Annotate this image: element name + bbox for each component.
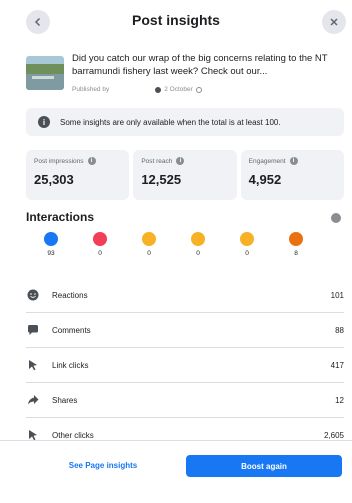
reaction-count: 0 (98, 250, 102, 257)
row-label: Reactions (52, 290, 88, 300)
row-link-clicks[interactable]: Link clicks 417 (26, 348, 344, 382)
dialog-header: Post insights (0, 0, 352, 44)
reaction-wow: 0 (183, 232, 213, 257)
post-thumbnail (26, 56, 64, 90)
close-button[interactable] (322, 10, 346, 34)
row-comments[interactable]: Comments 88 (26, 313, 344, 347)
page-title: Post insights (132, 12, 220, 28)
row-value: 2,605 (323, 430, 344, 440)
reactions-icon (26, 288, 40, 302)
stat-label: Post impressions (34, 157, 84, 165)
reaction-count: 93 (47, 250, 55, 257)
reaction-haha: 0 (134, 232, 164, 257)
wow-icon (191, 232, 205, 246)
stat-value: 12,525 (141, 172, 182, 187)
stat-post-reach: Post reach i 12,525 (133, 150, 237, 200)
boost-again-button[interactable]: Boost again (186, 455, 342, 477)
reaction-like: 93 (36, 232, 66, 257)
globe-icon (195, 86, 202, 93)
reaction-breakdown: 93 0 0 0 0 8 (26, 232, 344, 272)
notice-text: Some insights are only available when th… (60, 117, 281, 127)
published-by-label: Published by (72, 86, 110, 93)
reaction-count: 8 (294, 250, 298, 257)
post-meta: Published by 2 October (72, 86, 338, 93)
reaction-sad: 0 (232, 232, 262, 257)
share-icon (26, 393, 40, 407)
reaction-angry: 8 (281, 232, 311, 257)
info-icon: i (38, 116, 50, 128)
row-value: 417 (330, 360, 344, 370)
interactions-heading: Interactions (26, 210, 95, 224)
love-icon (93, 232, 107, 246)
row-label: Shares (52, 395, 78, 405)
info-icon[interactable]: i (176, 157, 185, 165)
dialog-footer: See Page insights Boost again (0, 440, 352, 503)
publisher-icon (155, 86, 162, 93)
haha-icon (142, 232, 156, 246)
row-shares[interactable]: Shares 12 (26, 383, 344, 417)
row-label: Comments (52, 325, 91, 335)
close-icon (330, 18, 338, 26)
stat-post-impressions: Post impressions i 25,303 (26, 150, 130, 200)
reaction-count: 0 (245, 250, 249, 257)
see-page-insights-button[interactable]: See Page insights (36, 455, 170, 475)
stat-label: Post reach (141, 157, 173, 165)
reaction-count: 0 (147, 250, 151, 257)
stats-row: Post impressions i 25,303 Post reach i 12,… (26, 150, 344, 200)
info-icon[interactable]: i (87, 157, 96, 165)
post-preview[interactable]: Did you catch our wrap of the big concer… (26, 52, 338, 98)
post-date: 2 October (164, 86, 193, 93)
stat-value: 25,303 (34, 172, 74, 187)
row-label: Link clicks (52, 360, 89, 370)
row-label: Other clicks (52, 430, 94, 440)
angry-icon (289, 232, 303, 246)
stat-label: Engagement (248, 157, 286, 165)
stat-value: 4,952 (248, 172, 282, 187)
row-reactions[interactable]: Reactions 101 (26, 278, 344, 312)
comment-icon (26, 323, 40, 337)
reaction-count: 0 (196, 250, 200, 257)
reaction-love: 0 (85, 232, 115, 257)
cursor-icon (26, 358, 40, 372)
row-value: 88 (335, 325, 344, 335)
row-value: 101 (330, 290, 344, 300)
insights-notice: i Some insights are only available when … (26, 108, 344, 136)
info-icon[interactable]: i (289, 157, 298, 165)
post-caption: Did you catch our wrap of the big concer… (72, 53, 328, 77)
sad-icon (240, 232, 254, 246)
info-icon[interactable] (331, 213, 341, 223)
row-value: 12 (335, 395, 344, 405)
stat-engagement: Engagement i 4,952 (240, 150, 344, 200)
like-icon (44, 232, 58, 246)
